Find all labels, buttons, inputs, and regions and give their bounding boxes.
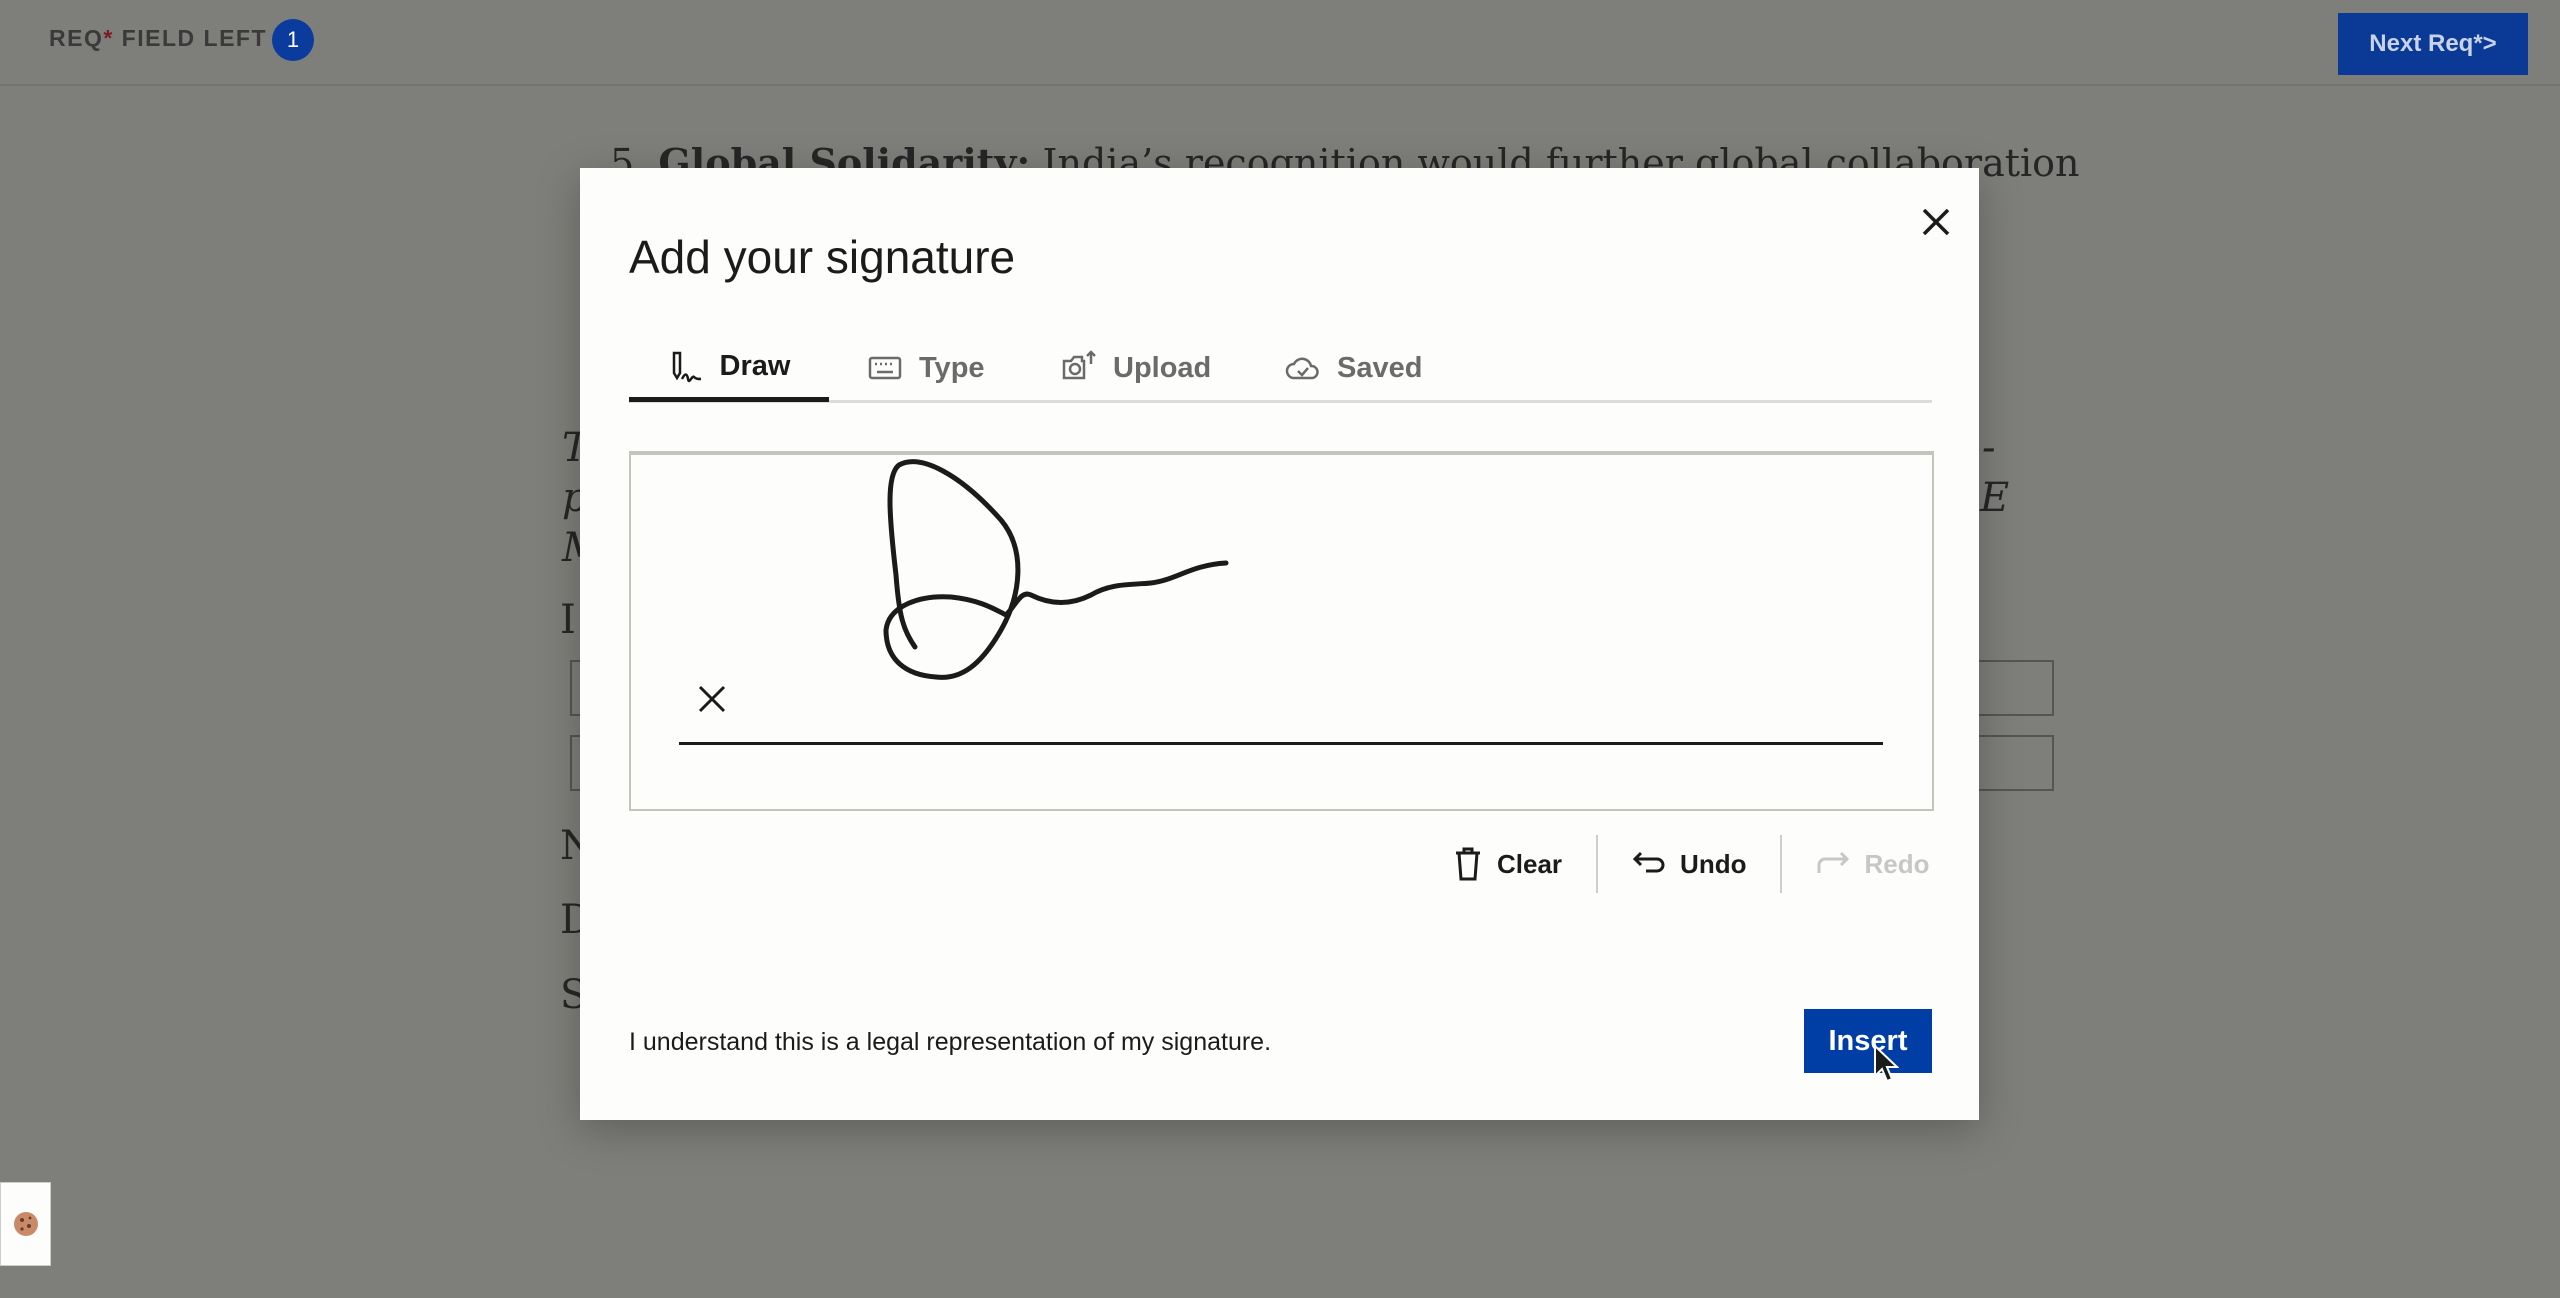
top-bar: REQ* FIELD LEFT 1 Next Req*> [0, 0, 2560, 86]
action-divider [1596, 835, 1599, 893]
cookie-settings-button[interactable] [0, 1182, 51, 1266]
clear-label: Clear [1497, 848, 1563, 879]
tab-label: Draw [719, 350, 791, 382]
required-fields-left-label: REQ* FIELD LEFT [49, 25, 267, 52]
close-icon[interactable] [1916, 202, 1956, 242]
legal-consent-text: I understand this is a legal representat… [629, 1028, 1272, 1056]
req-suffix: FIELD LEFT [113, 25, 268, 51]
redo-label: Redo [1864, 848, 1930, 879]
doc-fragment: - [1982, 425, 1996, 471]
tab-label: Saved [1337, 351, 1423, 384]
doc-fragment: I [560, 597, 576, 643]
req-prefix: REQ [49, 25, 104, 51]
tab-saved[interactable]: Saved [1285, 336, 1422, 400]
trash-icon [1456, 847, 1480, 881]
tab-label: Type [919, 351, 985, 384]
action-divider [1780, 835, 1783, 893]
keyboard-icon [868, 356, 902, 380]
clear-button[interactable]: Clear [1453, 846, 1562, 882]
undo-icon [1632, 851, 1665, 873]
next-required-button[interactable]: Next Req*> [2338, 13, 2528, 75]
signature-drawing-canvas[interactable] [629, 451, 1934, 811]
required-star: * [103, 25, 114, 51]
undo-label: Undo [1680, 848, 1747, 879]
undo-button[interactable]: Undo [1632, 849, 1746, 880]
redo-button[interactable]: Redo [1816, 849, 1929, 880]
tab-type[interactable]: Type [867, 336, 985, 400]
canvas-actions: Clear Undo Redo [1453, 833, 1929, 895]
tab-label: Upload [1113, 351, 1212, 384]
mouse-cursor-icon [1874, 1044, 1899, 1083]
signature-modal: Add your signature Draw Type Upload Save… [580, 168, 1979, 1120]
insert-button[interactable]: Insert [1804, 1009, 1932, 1073]
camera-upload-icon [1062, 350, 1096, 380]
required-count-badge: 1 [272, 19, 314, 61]
drawn-signature-stroke [883, 459, 1229, 680]
pen-signature-icon [672, 351, 701, 382]
signature-tabs: Draw Type Upload Saved [629, 336, 1932, 403]
cookie-icon [13, 1212, 38, 1236]
tab-upload[interactable]: Upload [1061, 336, 1211, 400]
tab-draw[interactable]: Draw [629, 336, 829, 402]
redo-icon [1817, 851, 1850, 873]
modal-title: Add your signature [629, 231, 1016, 283]
doc-fragment: E [1980, 475, 2010, 521]
cloud-check-icon [1285, 357, 1319, 380]
